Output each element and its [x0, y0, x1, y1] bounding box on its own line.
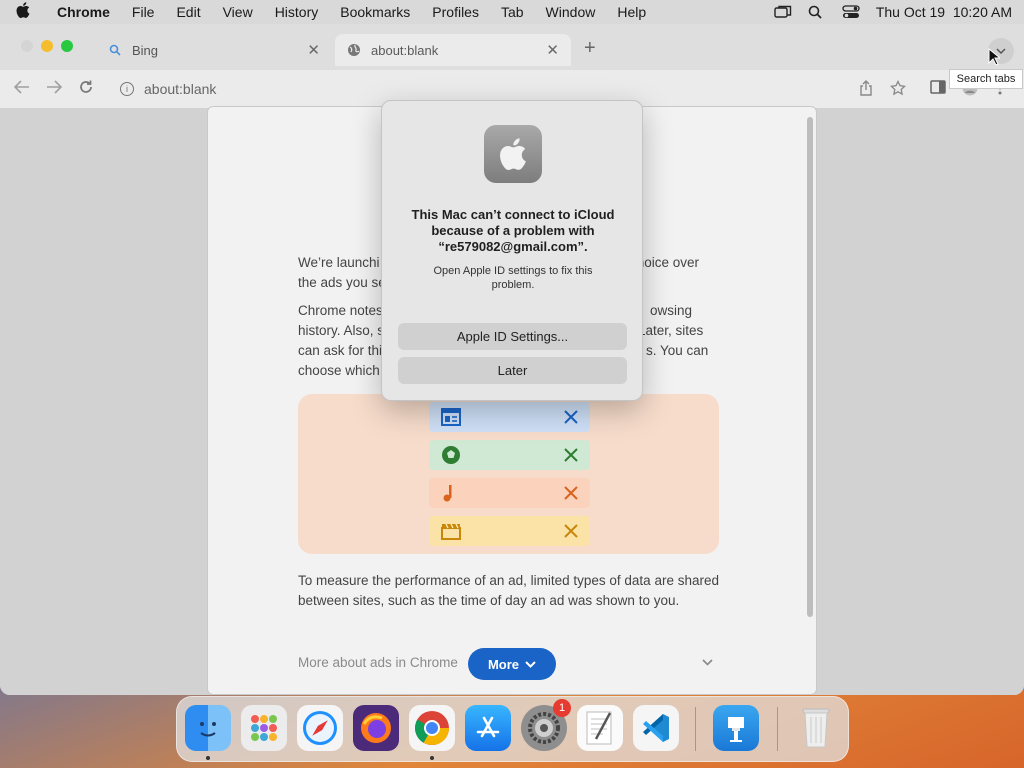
dock-google-chrome[interactable] — [409, 705, 455, 751]
dock-app-store[interactable] — [465, 705, 511, 751]
app-menu-chrome[interactable]: Chrome — [46, 4, 121, 20]
topic-chip-movies — [429, 516, 590, 546]
bookmark-star-icon[interactable] — [889, 79, 907, 100]
chrome-icon — [415, 711, 449, 745]
safari-compass-icon — [303, 711, 337, 745]
address-bar[interactable]: i about:blank — [110, 75, 845, 103]
alert-message: Open Apple ID settings to fix this probl… — [433, 265, 593, 291]
chevron-down-icon[interactable] — [702, 653, 713, 669]
menu-tab[interactable]: Tab — [490, 4, 535, 20]
share-icon[interactable] — [859, 80, 873, 100]
side-panel-icon[interactable] — [930, 80, 946, 98]
finder-running-indicator — [206, 756, 210, 760]
trash-icon — [802, 708, 830, 748]
measurement-paragraph: To measure the performance of an ad, lim… — [298, 573, 719, 608]
apple-logo-icon — [484, 125, 542, 183]
soccer-ball-icon — [442, 446, 460, 464]
back-button[interactable] — [13, 79, 30, 99]
dock: 1 — [176, 696, 849, 762]
dock-safari[interactable] — [297, 705, 343, 751]
spotlight-search-icon[interactable] — [808, 5, 826, 19]
music-note-icon — [443, 485, 452, 502]
dock-separator — [695, 707, 696, 751]
launchpad-grid-icon — [251, 715, 277, 741]
tab-title: Bing — [132, 42, 159, 58]
more-button-label: More — [487, 656, 520, 672]
apple-menu-icon[interactable] — [0, 2, 46, 22]
tab-bing[interactable]: Bing ✕ — [96, 34, 332, 66]
notification-badge: 1 — [553, 699, 571, 717]
later-button[interactable]: Later — [398, 357, 627, 384]
topic-chip-sports — [429, 440, 590, 470]
minimize-window-button[interactable] — [41, 40, 53, 52]
site-info-icon[interactable]: i — [120, 82, 134, 96]
close-tab-icon[interactable]: ✕ — [307, 41, 320, 59]
more-button[interactable]: More — [468, 648, 556, 680]
textedit-icon — [586, 711, 612, 745]
dock-finder[interactable] — [185, 705, 231, 751]
mouse-cursor-icon — [988, 48, 1000, 66]
finder-icon — [200, 722, 216, 737]
search-icon — [108, 43, 122, 57]
menu-help[interactable]: Help — [606, 4, 657, 20]
clapperboard-icon — [441, 523, 461, 540]
topic-chip-news — [429, 402, 590, 432]
dock-firefox[interactable] — [353, 705, 399, 751]
zoom-window-button[interactable] — [61, 40, 73, 52]
reload-icon — [80, 80, 92, 93]
keynote-podium-icon — [728, 717, 744, 742]
app-store-icon — [476, 716, 500, 738]
menu-bookmarks[interactable]: Bookmarks — [329, 4, 421, 20]
new-tab-button[interactable]: + — [584, 38, 596, 58]
menu-bar: Chrome File Edit View History Bookmarks … — [0, 0, 1024, 24]
menu-view[interactable]: View — [212, 4, 264, 20]
control-center-icon[interactable] — [842, 5, 860, 19]
dock-vscode[interactable] — [633, 705, 679, 751]
chrome-running-indicator — [430, 756, 434, 760]
remove-x-icon[interactable] — [564, 410, 578, 424]
dock-textedit[interactable] — [577, 705, 623, 751]
newspaper-icon — [441, 408, 461, 426]
vscode-icon — [643, 714, 669, 742]
icloud-alert-dialog: This Mac can’t connect to iCloud because… — [381, 100, 643, 401]
menu-file[interactable]: File — [121, 4, 166, 20]
reload-button[interactable] — [78, 79, 94, 100]
alert-title: This Mac can’t connect to iCloud because… — [411, 207, 615, 254]
forward-arrow-icon — [47, 80, 63, 94]
close-window-button[interactable] — [21, 40, 33, 52]
dock-system-settings[interactable]: 1 — [521, 699, 571, 751]
globe-icon — [347, 43, 361, 57]
menu-window[interactable]: Window — [535, 4, 607, 20]
dialog-scrollbar[interactable] — [807, 117, 813, 617]
dock-launchpad[interactable] — [241, 705, 287, 751]
dock-keynote[interactable] — [713, 705, 759, 751]
topic-chip-music — [429, 478, 590, 508]
remove-x-icon[interactable] — [564, 486, 578, 500]
tab-about-blank[interactable]: about:blank ✕ — [335, 34, 571, 66]
more-about-ads-link[interactable]: More about ads in Chrome — [298, 655, 458, 670]
remove-x-icon[interactable] — [564, 448, 578, 462]
firefox-icon — [361, 713, 391, 743]
screen-mirroring-icon[interactable] — [774, 5, 792, 19]
tab-title: about:blank — [371, 42, 439, 58]
address-bar-url: about:blank — [144, 81, 217, 97]
back-arrow-icon — [13, 80, 29, 94]
dock-separator — [777, 707, 778, 751]
dock-trash[interactable] — [793, 705, 839, 751]
menu-profiles[interactable]: Profiles — [421, 4, 490, 20]
chevron-down-icon — [525, 660, 536, 668]
apple-id-settings-button[interactable]: Apple ID Settings... — [398, 323, 627, 350]
close-tab-icon[interactable]: ✕ — [546, 41, 559, 59]
menu-history[interactable]: History — [264, 4, 330, 20]
menubar-clock[interactable]: Thu Oct 19 10:20 AM — [876, 4, 1012, 20]
search-tabs-tooltip: Search tabs — [949, 69, 1023, 89]
menu-edit[interactable]: Edit — [165, 4, 211, 20]
remove-x-icon[interactable] — [564, 524, 578, 538]
tab-strip: Bing ✕ about:blank ✕ + — [0, 24, 1024, 70]
forward-button[interactable] — [46, 79, 63, 99]
